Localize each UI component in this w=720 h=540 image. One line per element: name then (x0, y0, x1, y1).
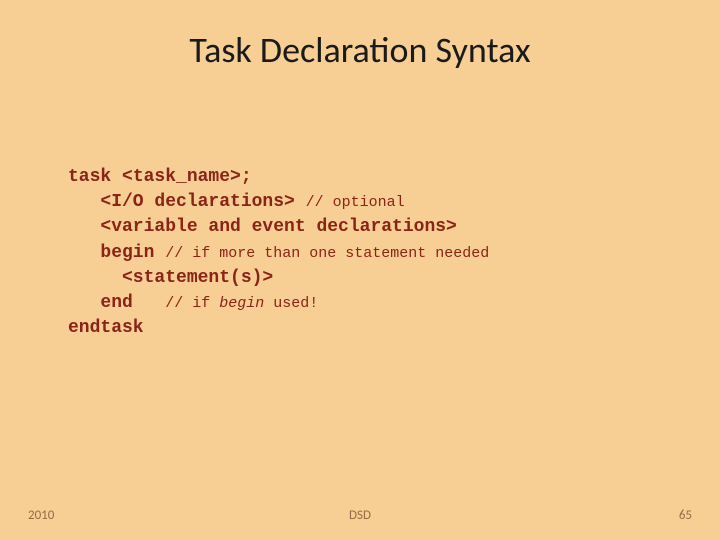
comment-end: // if begin used! (165, 295, 318, 312)
kw-endtask: endtask (68, 318, 144, 338)
footer-page: 65 (679, 508, 692, 523)
slide-title: Task Declaration Syntax (0, 0, 720, 72)
comment-begin: // if more than one statement needed (165, 245, 489, 262)
kw-task: task (68, 167, 111, 187)
task-name: <task_name>; (111, 167, 251, 187)
kw-end: end (68, 293, 165, 313)
footer: 2010 DSD 65 (0, 508, 720, 528)
kw-begin: begin (68, 243, 165, 263)
var-decl: <variable and event declarations> (68, 217, 457, 237)
code-block: task <task_name>; <I/O declarations> // … (68, 165, 489, 341)
footer-center: DSD (0, 508, 720, 523)
statements: <statement(s)> (68, 268, 273, 288)
comment-optional: // optional (306, 194, 405, 211)
io-decl: <I/O declarations> (68, 192, 306, 212)
